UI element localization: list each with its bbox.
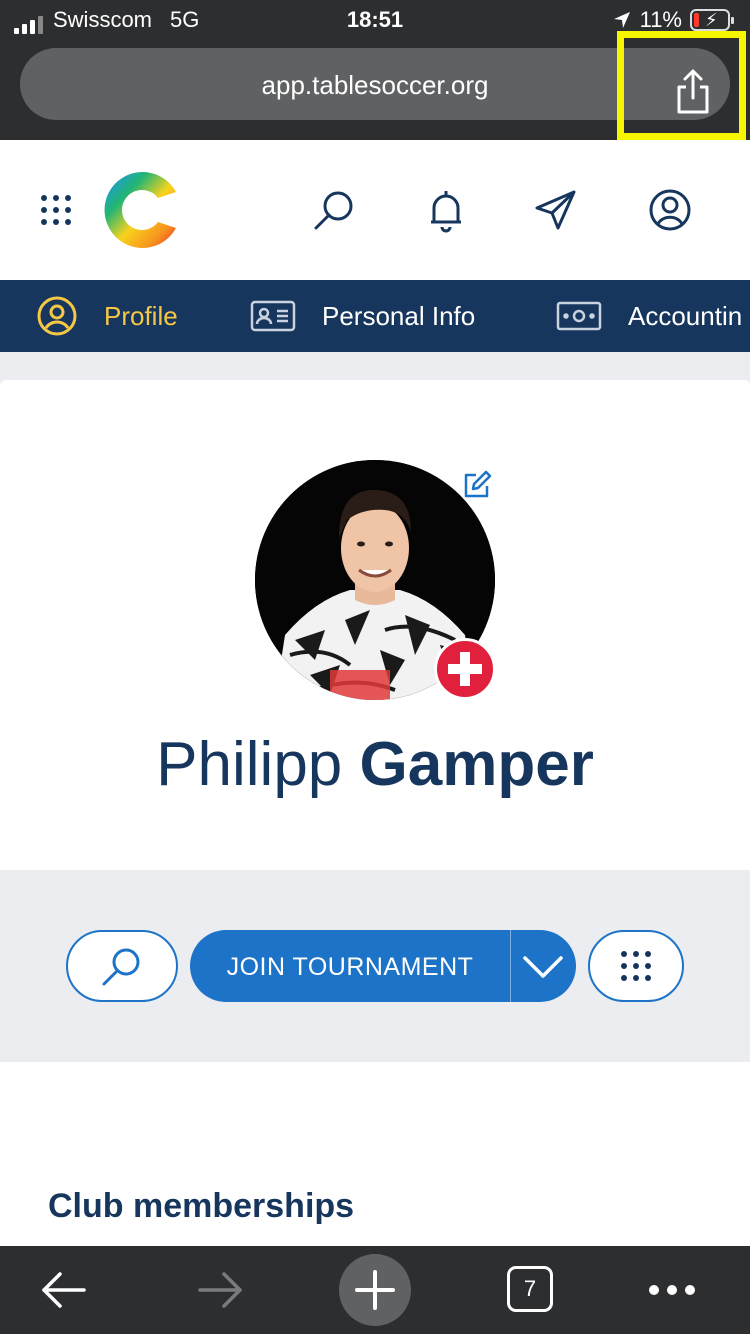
status-bar: Swisscom 5G 18:51 11% ⚡	[0, 0, 750, 40]
search-icon	[314, 191, 353, 230]
status-right: 11% ⚡	[612, 6, 734, 34]
new-tab-button[interactable]	[339, 1254, 411, 1326]
player-last-name: Gamper	[359, 730, 594, 799]
share-icon	[677, 69, 709, 114]
arrow-right-icon	[198, 1272, 242, 1308]
id-card-icon	[250, 300, 296, 332]
profile-tab-bar: Profile Personal Info Accountin	[0, 280, 750, 352]
forward-button[interactable]	[192, 1262, 248, 1318]
more-horizontal-icon	[649, 1285, 695, 1295]
club-memberships-title: Club memberships	[48, 1187, 355, 1225]
browser-url-area: app.tablesoccer.org	[0, 40, 750, 140]
messages-button[interactable]	[532, 186, 580, 234]
tab-accounting[interactable]: Accountin	[556, 280, 742, 352]
notifications-button[interactable]	[422, 186, 470, 234]
chevron-down-icon	[523, 956, 563, 978]
user-circle-icon	[37, 296, 77, 336]
browser-toolbar: 7	[0, 1246, 750, 1334]
address-bar[interactable]: app.tablesoccer.org	[20, 48, 730, 120]
share-button[interactable]	[668, 66, 718, 118]
tab-profile-label: Profile	[104, 300, 178, 331]
tab-switcher-button[interactable]: 7	[507, 1266, 553, 1312]
plus-icon	[355, 1270, 395, 1310]
profile-card: Philipp Gamper	[0, 380, 750, 870]
send-icon	[535, 190, 576, 230]
apps-menu-button[interactable]	[32, 186, 80, 234]
app-logo[interactable]	[100, 168, 184, 252]
apps-grid-icon	[621, 951, 651, 981]
tab-personal-info-label: Personal Info	[322, 300, 476, 331]
switzerland-flag-icon	[434, 638, 496, 700]
club-memberships-section: Club memberships	[0, 1062, 750, 1246]
edit-icon	[464, 470, 492, 498]
more-actions-button[interactable]	[588, 930, 684, 1002]
join-options-dropdown[interactable]	[511, 930, 576, 1002]
menu-button[interactable]	[644, 1262, 700, 1318]
arrow-left-icon	[42, 1272, 86, 1308]
account-icon	[649, 189, 691, 231]
search-icon	[102, 948, 140, 986]
tab-profile[interactable]: Profile	[36, 280, 178, 352]
apps-grid-icon	[41, 195, 71, 225]
battery-icon: ⚡	[690, 9, 734, 31]
back-button[interactable]	[36, 1262, 92, 1318]
url-text[interactable]: app.tablesoccer.org	[20, 70, 730, 100]
action-row: JOIN TOURNAMENT	[0, 870, 750, 1062]
money-icon	[556, 301, 602, 331]
tab-accounting-label: Accountin	[628, 300, 743, 331]
location-arrow-icon	[613, 12, 630, 28]
player-first-name: Philipp	[156, 730, 343, 799]
app-header	[0, 140, 750, 280]
search-player-button[interactable]	[66, 930, 178, 1002]
battery-percent: 11%	[639, 7, 682, 32]
edit-profile-button[interactable]	[462, 470, 492, 500]
search-button[interactable]	[310, 186, 358, 234]
bell-icon	[431, 191, 461, 233]
account-button[interactable]	[646, 186, 694, 234]
player-name: Philipp Gamper	[0, 730, 750, 800]
tab-personal-info[interactable]: Personal Info	[250, 280, 475, 352]
tablesoccer-logo-icon	[104, 172, 176, 248]
join-tournament-label: JOIN TOURNAMENT	[226, 953, 474, 981]
join-tournament-button[interactable]: JOIN TOURNAMENT	[190, 930, 576, 1002]
